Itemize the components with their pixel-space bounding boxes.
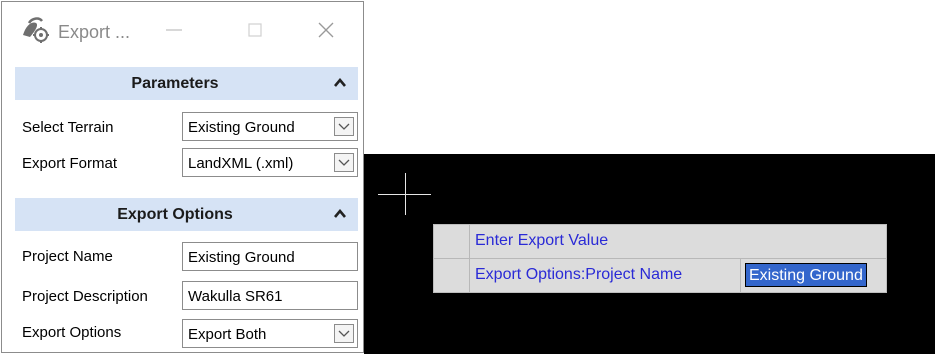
- chevron-up-icon[interactable]: [334, 209, 346, 218]
- export-options-section-header[interactable]: Export Options: [15, 198, 358, 231]
- dialog-title: Export ...: [58, 22, 131, 42]
- prompt-field-label: Export Options:Project Name: [475, 266, 683, 283]
- export-dialog: Export ... Parameters Select Terrain Exi…: [1, 1, 364, 353]
- close-icon[interactable]: [312, 16, 340, 44]
- chevron-down-icon: [338, 123, 350, 130]
- prompt-field-row: Export Options:Project Name Existing Gro…: [434, 259, 886, 292]
- project-name-value: Existing Ground: [188, 249, 295, 266]
- export-format-label: Export Format: [22, 155, 118, 172]
- project-description-label: Project Description: [22, 288, 148, 305]
- maximize-icon[interactable]: [241, 16, 269, 44]
- select-terrain-value: Existing Ground: [188, 119, 295, 136]
- prompt-gutter-cell: [434, 259, 470, 292]
- chevron-down-icon: [338, 330, 350, 337]
- terrain-export-icon: [23, 17, 49, 43]
- dropdown-button[interactable]: [334, 117, 354, 136]
- export-options-title: Export Options: [117, 206, 233, 223]
- minimize-icon[interactable]: [160, 16, 188, 44]
- export-value-prompt: Enter Export Value Export Options:Projec…: [433, 224, 887, 293]
- chevron-up-icon[interactable]: [334, 78, 346, 87]
- export-format-value: LandXML (.xml): [188, 155, 294, 172]
- drawing-canvas[interactable]: Enter Export Value Export Options:Projec…: [364, 154, 935, 354]
- prompt-header-row: Enter Export Value: [434, 225, 886, 259]
- export-options-label: Export Options: [22, 324, 122, 341]
- export-options-value: Export Both: [188, 326, 267, 343]
- export-format-dropdown[interactable]: LandXML (.xml): [182, 148, 358, 177]
- prompt-title: Enter Export Value: [475, 232, 609, 249]
- select-terrain-label: Select Terrain: [22, 119, 114, 136]
- chevron-down-icon: [338, 159, 350, 166]
- prompt-gutter-cell: [434, 225, 470, 258]
- dropdown-button[interactable]: [334, 153, 354, 172]
- parameters-section-header[interactable]: Parameters: [15, 67, 358, 100]
- prompt-value-input[interactable]: Existing Ground: [745, 263, 867, 287]
- project-name-input[interactable]: Existing Ground: [182, 242, 358, 271]
- title-bar[interactable]: Export ...: [2, 2, 363, 58]
- project-name-label: Project Name: [22, 248, 113, 265]
- dropdown-button[interactable]: [334, 324, 354, 343]
- project-description-value: Wakulla SR61: [188, 288, 283, 305]
- prompt-separator: [740, 259, 741, 292]
- cursor-crosshair-icon: [405, 173, 406, 215]
- project-description-input[interactable]: Wakulla SR61: [182, 281, 358, 310]
- select-terrain-dropdown[interactable]: Existing Ground: [182, 112, 358, 141]
- parameters-title: Parameters: [131, 75, 219, 92]
- export-options-dropdown[interactable]: Export Both: [182, 319, 358, 348]
